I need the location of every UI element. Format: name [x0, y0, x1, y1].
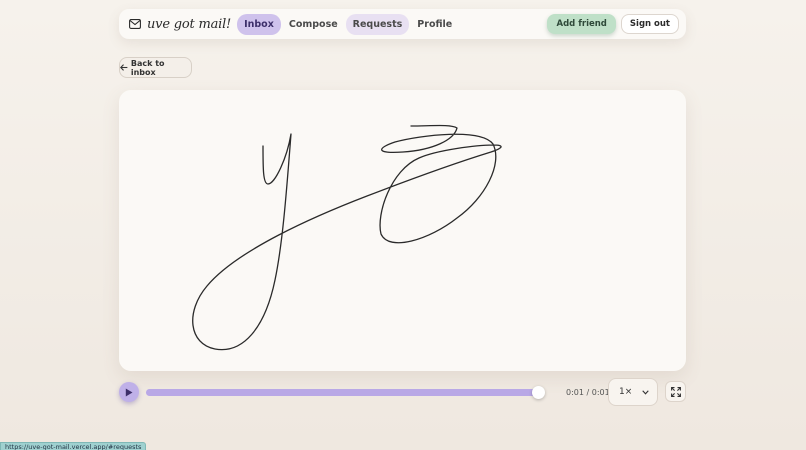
playback-speed-select[interactable]: 1× — [608, 378, 658, 406]
handwriting-drawing — [192, 124, 502, 351]
nav-item-inbox[interactable]: Inbox — [237, 13, 281, 35]
nav-item-compose[interactable]: Compose — [282, 14, 345, 35]
fullscreen-icon — [670, 386, 681, 397]
playback-speed-value: 1× — [619, 387, 633, 397]
progress-fill — [146, 389, 538, 396]
drawing-canvas[interactable] — [119, 90, 686, 371]
nav-item-requests[interactable]: Requests — [345, 13, 410, 35]
back-to-inbox-button[interactable]: Back to inbox — [119, 57, 192, 78]
add-friend-button[interactable]: Add friend — [547, 14, 616, 34]
progress-thumb[interactable] — [532, 386, 545, 399]
mail-icon — [129, 19, 141, 29]
top-navbar: uve got mail! Inbox Compose Requests Pro… — [119, 9, 686, 39]
app-name: uve got mail! — [147, 16, 232, 32]
play-button[interactable] — [119, 382, 139, 402]
playback-progress-slider[interactable] — [146, 386, 545, 399]
fullscreen-button[interactable] — [665, 381, 686, 402]
sign-out-button[interactable]: Sign out — [620, 14, 679, 34]
back-to-inbox-label: Back to inbox — [130, 58, 165, 77]
chevron-down-icon — [642, 389, 649, 395]
brand[interactable]: uve got mail! — [129, 17, 231, 32]
arrow-left-icon — [120, 64, 128, 71]
nav-item-profile[interactable]: Profile — [410, 14, 459, 35]
play-icon — [125, 388, 133, 396]
playback-time: 0:01 / 0:01 — [566, 388, 610, 397]
status-bar-url: https://uve-got-mail.vercel.app/#request… — [0, 442, 147, 450]
handwriting-stroke — [192, 124, 502, 351]
